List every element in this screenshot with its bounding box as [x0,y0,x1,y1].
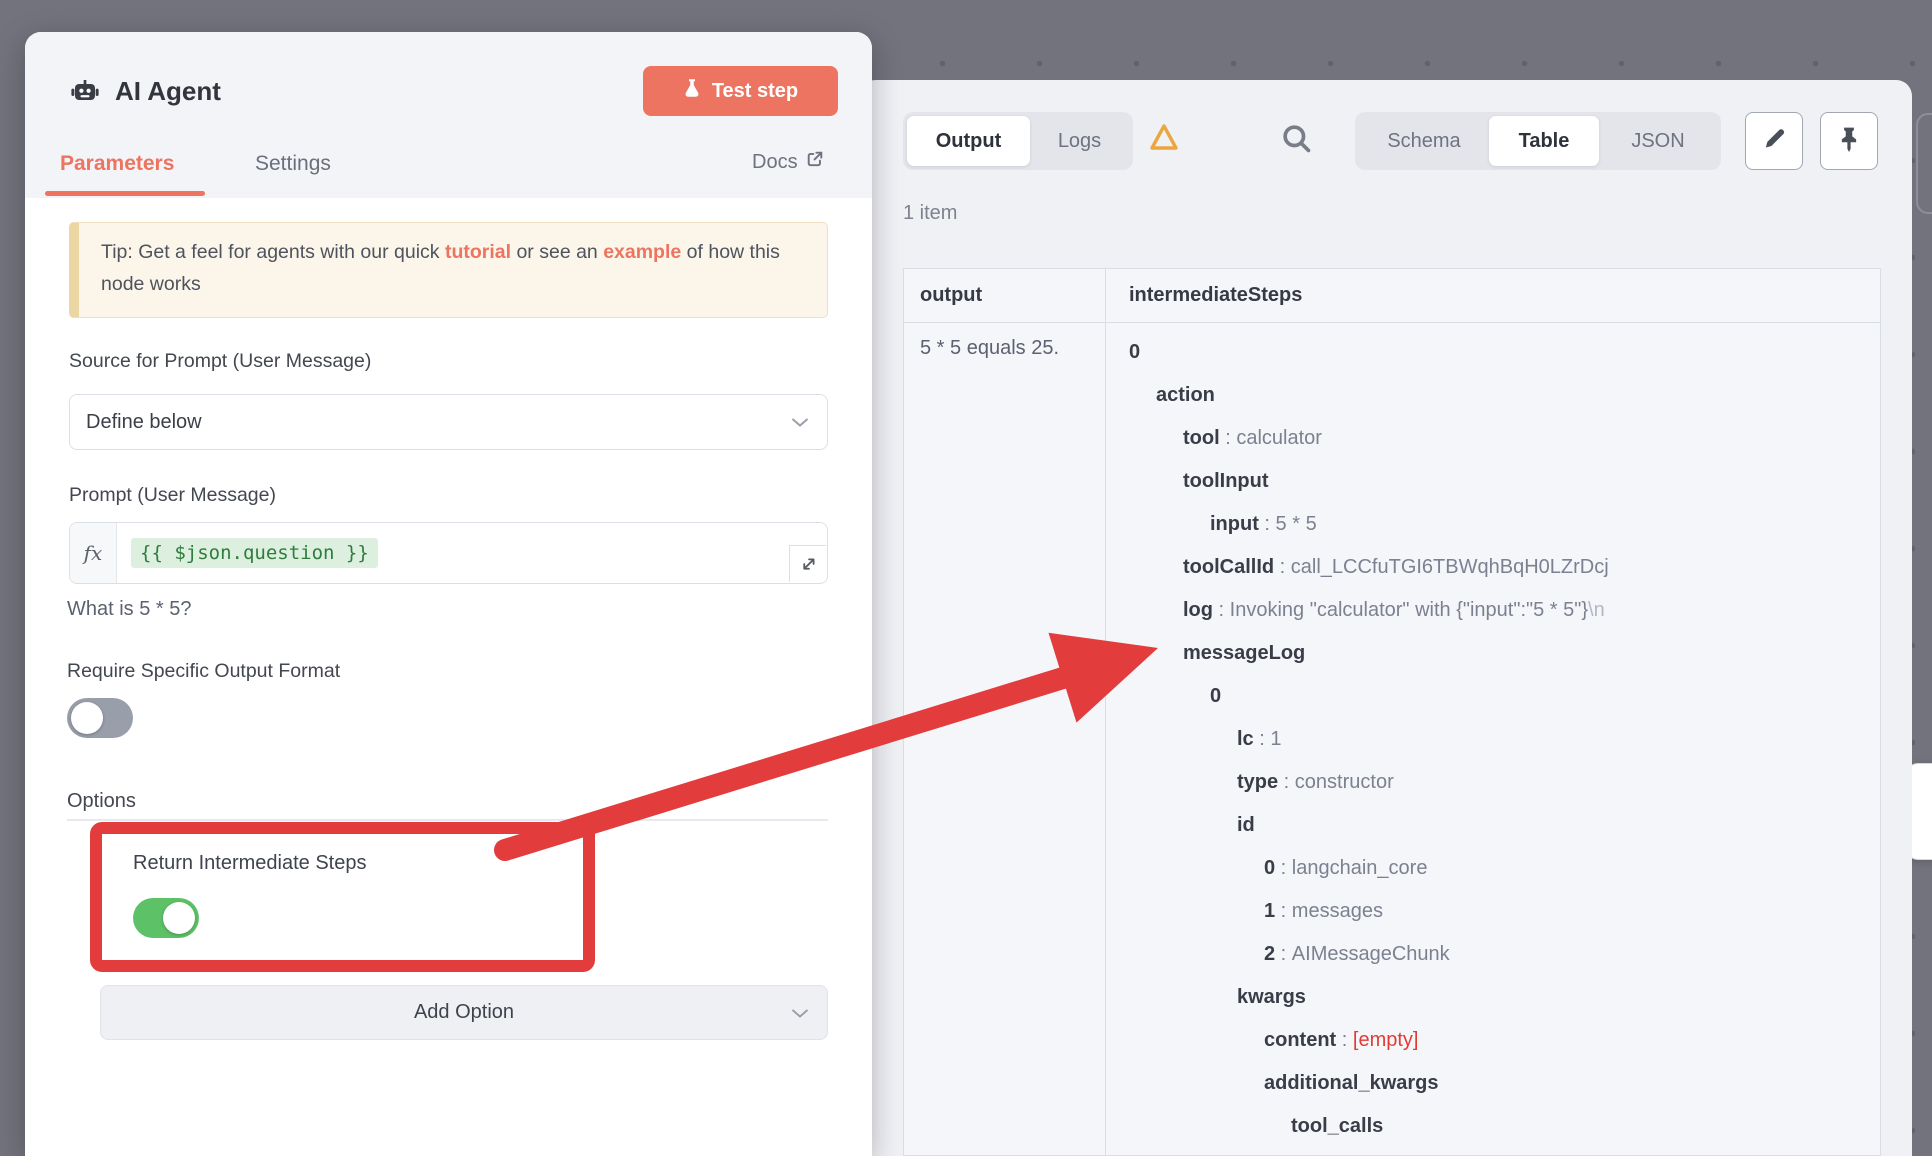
source-for-prompt-label: Source for Prompt (User Message) [69,350,371,373]
chevron-down-icon [791,411,809,434]
tree-row[interactable]: 0 : langchain_core [1106,847,1880,890]
prompt-expression-field[interactable]: fx {{ $json.question }} [69,522,828,584]
tree-row[interactable]: lc : 1 [1106,718,1880,761]
tip-text: or see an [511,241,603,263]
flask-icon [683,78,701,104]
column-header-intermediatesteps[interactable]: intermediateSteps [1106,269,1880,322]
tab-output[interactable]: Output [907,116,1030,166]
expression-input[interactable]: {{ $json.question }} [117,523,378,583]
toggle-knob [71,702,103,734]
annotation-highlight-box [90,822,595,972]
node-panel-header: AI Agent Test step Parameters Settings D… [25,32,872,198]
view-switcher: Schema Table JSON [1355,112,1721,170]
return-intermediate-steps-label: Return Intermediate Steps [133,852,366,875]
test-step-button[interactable]: Test step [643,66,838,116]
node-settings-panel: AI Agent Test step Parameters Settings D… [25,32,872,1156]
expand-expression-button[interactable] [789,545,826,582]
external-link-icon [806,150,824,174]
tree-row[interactable]: type : constructor [1106,761,1880,804]
docs-link[interactable]: Docs [752,150,824,174]
tree-row[interactable]: messageLog [1106,632,1880,675]
search-icon[interactable] [1282,124,1312,159]
node-title: AI Agent [115,76,221,107]
robot-icon [69,74,101,111]
tab-logs[interactable]: Logs [1030,116,1129,166]
warning-icon [1148,122,1180,157]
tab-settings[interactable]: Settings [255,152,331,176]
tree-row[interactable]: toolInput [1106,460,1880,503]
tree-row[interactable]: action [1106,374,1880,417]
edit-output-button[interactable] [1745,112,1803,170]
active-tab-underline [45,191,205,196]
tree-row[interactable]: log : Invoking "calculator" with {"input… [1106,589,1880,632]
output-panel: Output Logs Schema Table JSON 1 item [860,80,1912,1156]
tip-text: Tip: Get a feel for agents with our quic… [101,241,445,263]
tree: 0actiontool : calculatortoolInputinput :… [1106,323,1880,1156]
table-row: 5 * 5 equals 25. 0actiontool : calculato… [904,323,1880,1156]
column-header-output[interactable]: output [904,269,1106,322]
add-option-select[interactable]: Add Option [100,985,828,1040]
tree-row[interactable]: toolCallId : call_LCCfuTGI6TBWqhBqH0LZrD… [1106,546,1880,589]
tree-row[interactable]: 1 : messages [1106,890,1880,933]
view-json[interactable]: JSON [1599,116,1717,166]
tree-row[interactable]: id [1106,804,1880,847]
items-count: 1 item [903,202,957,225]
tree-row[interactable]: additional_kwargs [1106,1062,1880,1105]
source-for-prompt-value: Define below [86,411,202,434]
prompt-label: Prompt (User Message) [69,484,276,507]
tree-row[interactable]: tool : calculator [1106,417,1880,460]
options-divider [67,819,828,821]
test-step-label: Test step [712,80,798,103]
require-output-format-label: Require Specific Output Format [67,660,340,683]
output-cell: 5 * 5 equals 25. [904,323,1106,1156]
chevron-down-icon [791,1001,809,1024]
tree-row[interactable]: 0 [1106,675,1880,718]
tree-row[interactable]: tool_calls [1106,1105,1880,1148]
tutorial-link[interactable]: tutorial [445,241,511,263]
tree-row[interactable]: input : 5 * 5 [1106,503,1880,546]
docs-label: Docs [752,151,798,174]
tip-callout: Tip: Get a feel for agents with our quic… [69,222,828,318]
tree-row[interactable]: kwargs [1106,976,1880,1019]
output-logs-switcher: Output Logs [903,112,1133,170]
source-for-prompt-select[interactable]: Define below [69,394,828,450]
tree-row[interactable]: content : [empty] [1106,1019,1880,1062]
options-label: Options [67,790,136,813]
tree-row[interactable]: 2 : AIMessageChunk [1106,933,1880,976]
add-option-label: Add Option [414,1001,514,1024]
canvas-node-outline [1916,113,1932,214]
pin-icon [1837,126,1861,157]
view-schema[interactable]: Schema [1359,116,1489,166]
expression-value: {{ $json.question }} [131,538,378,568]
example-link[interactable]: example [603,241,681,263]
table-header-row: output intermediateSteps [904,269,1880,323]
pencil-icon [1761,126,1787,157]
tree-row[interactable]: 0 [1106,331,1880,374]
tab-parameters[interactable]: Parameters [60,152,174,176]
output-table: output intermediateSteps 5 * 5 equals 25… [903,268,1881,1156]
view-table[interactable]: Table [1489,116,1599,166]
fx-badge: fx [70,523,117,583]
expression-preview: What is 5 * 5? [67,598,192,621]
require-output-format-toggle[interactable] [67,698,133,738]
pin-data-button[interactable] [1820,112,1878,170]
